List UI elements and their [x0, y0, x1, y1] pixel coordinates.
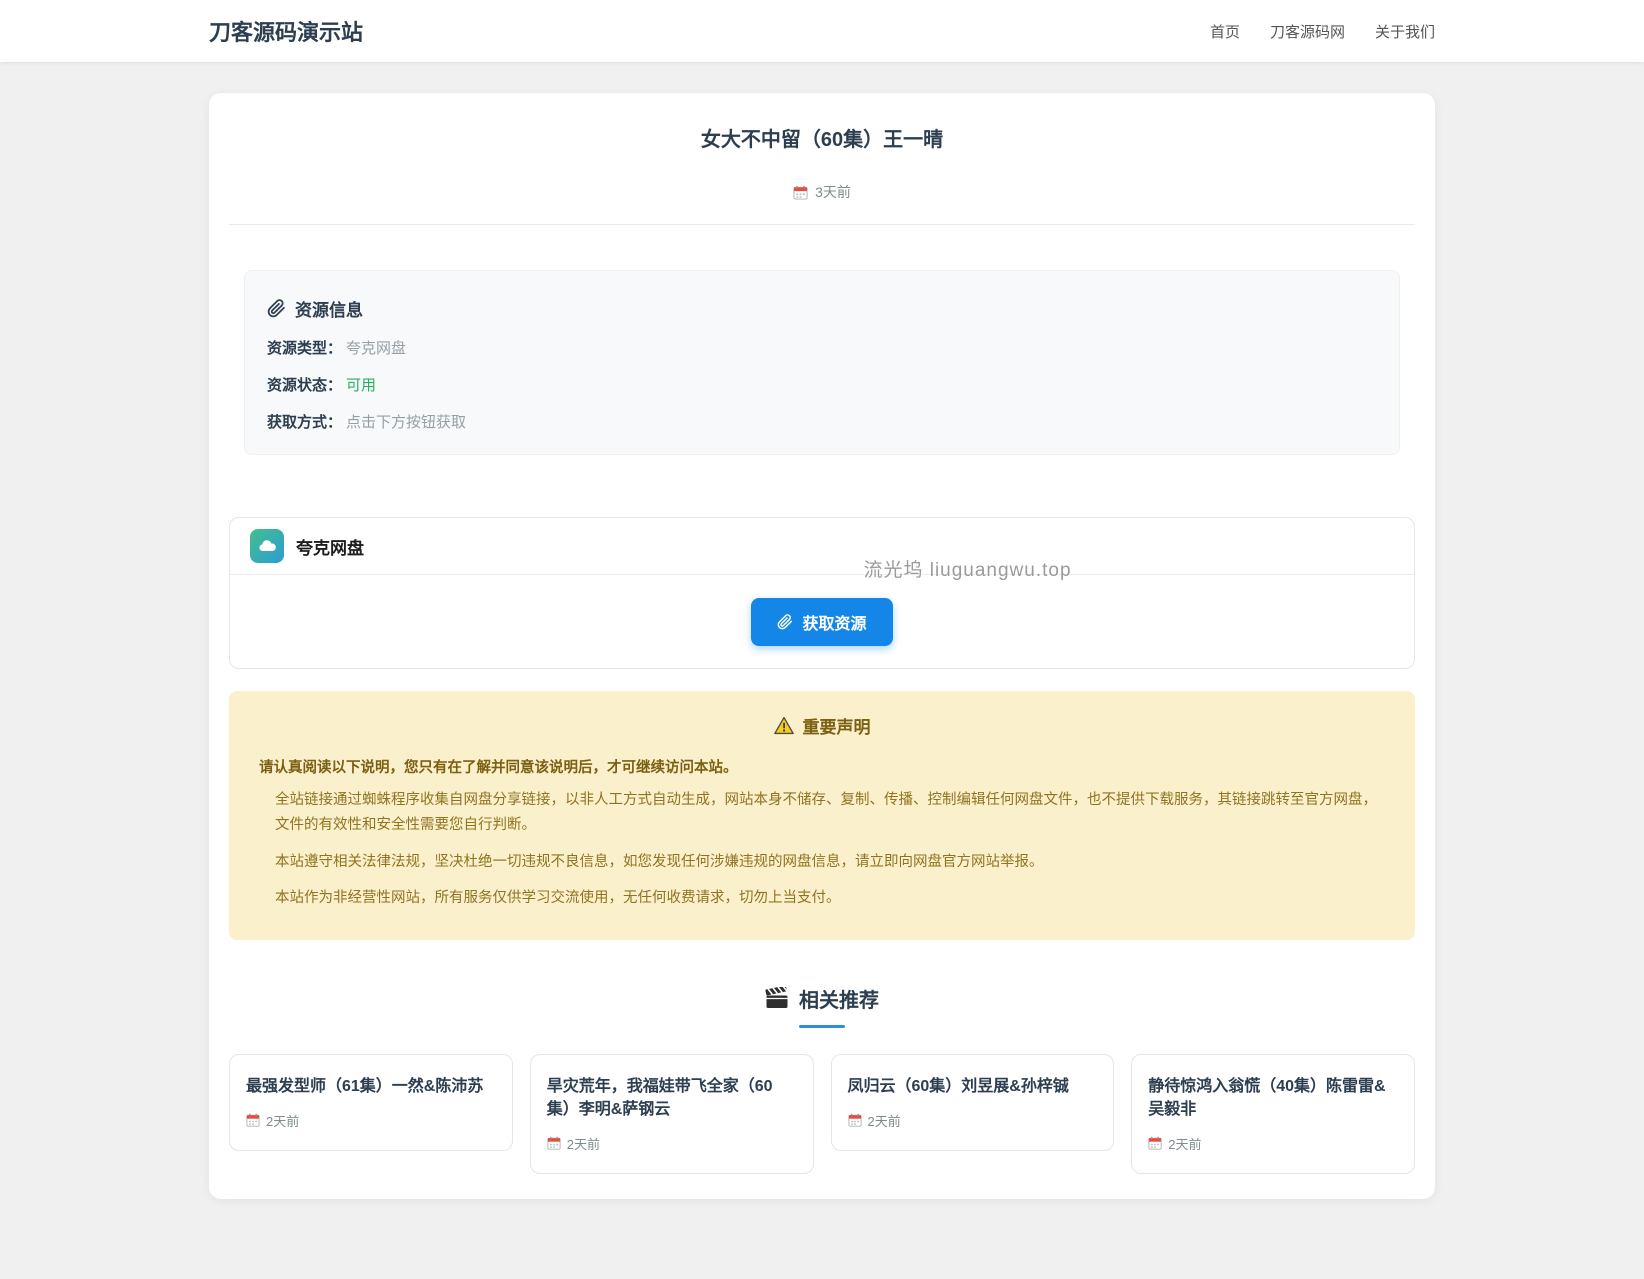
related-card-1[interactable]: 最强发型师（61集）一然&陈沛苏 2天前 [229, 1053, 513, 1151]
resource-method-label: 获取方式： [267, 414, 343, 431]
cloud-icon [250, 529, 284, 563]
nav-about-us[interactable]: 关于我们 [1375, 21, 1435, 42]
get-resource-button-label: 获取资源 [802, 616, 867, 633]
notice-intro: 请认真阅读以下说明，您只有在了解并同意该说明后，才可继续访问本站。 [259, 760, 738, 776]
calendar-icon [547, 1137, 561, 1150]
resource-type-value: 夸克网盘 [346, 340, 407, 357]
notice-paragraph-3: 本站作为非经营性网站，所有服务仅供学习交流使用，无任何收费请求，切勿上当支付。 [275, 890, 841, 907]
warning-icon [773, 716, 794, 735]
related-card-2[interactable]: 旱灾荒年，我福娃带飞全家（60集）李明&萨钢云 2天前 [529, 1053, 814, 1174]
netdisk-card-header: 夸克网盘 [230, 518, 1414, 575]
clapperboard-icon [765, 987, 788, 1008]
calendar-icon [246, 1113, 260, 1127]
resource-info-panel: 资源信息 资源类型： 夸克网盘 资源状态： 可用 获取方式： 点击下方按钮获取 [244, 270, 1400, 455]
nav-daoke-source[interactable]: 刀客源码网 [1270, 21, 1345, 42]
heading-underline [799, 1024, 845, 1028]
resource-info-heading: 资源信息 [295, 301, 363, 320]
important-notice-panel: 重要声明 请认真阅读以下说明，您只有在了解并同意该说明后，才可继续访问本站。 全… [229, 691, 1415, 940]
related-card-title: 静待惊鸿入翁慌（40集）陈雷雷&吴毅非 [1148, 1077, 1386, 1118]
page-title: 女大不中留（60集）王一晴 [700, 129, 944, 151]
main-nav: 首页 刀客源码网 关于我们 [1210, 21, 1435, 42]
related-card-date: 2天前 [1168, 1136, 1202, 1152]
netdisk-card-body: 获取资源 [230, 575, 1414, 668]
top-navigation-bar: 刀客源码演示站 首页 刀客源码网 关于我们 [0, 0, 1644, 62]
netdisk-card: 夸克网盘 流光坞 liuguangwu.top 获取资源 [229, 517, 1415, 669]
publish-date: 3天前 [815, 184, 851, 200]
related-card-title: 凤归云（60集）刘昱展&孙梓铖 [847, 1077, 1069, 1095]
related-card-title: 旱灾荒年，我福娃带飞全家（60集）李明&萨钢云 [546, 1077, 773, 1118]
resource-type-label: 资源类型： [267, 340, 343, 357]
calendar-icon [793, 185, 808, 200]
site-title[interactable]: 刀客源码演示站 [209, 15, 363, 47]
related-card-title: 最强发型师（61集）一然&陈沛苏 [246, 1077, 484, 1095]
related-section: 相关推荐 最强发型师（61集）一然&陈沛苏 2天前 旱灾荒年，我福娃带飞全家（6… [229, 984, 1415, 1174]
divider [229, 224, 1415, 225]
calendar-icon [847, 1113, 862, 1127]
paperclip-icon [267, 299, 285, 318]
related-heading: 相关推荐 [799, 989, 879, 1012]
paperclip-icon [778, 614, 793, 630]
nav-home[interactable]: 首页 [1210, 21, 1240, 42]
related-card-4[interactable]: 静待惊鸿入翁慌（40集）陈雷雷&吴毅非 2天前 [1131, 1053, 1415, 1174]
notice-paragraph-2: 本站遵守相关法律法规，坚决杜绝一切违规不良信息，如您发现任何涉嫌违规的网盘信息，… [275, 853, 1044, 870]
resource-status-value: 可用 [346, 377, 377, 394]
resource-status-row: 资源状态： 可用 [267, 374, 1377, 395]
related-grid: 最强发型师（61集）一然&陈沛苏 2天前 旱灾荒年，我福娃带飞全家（60集）李明… [229, 1053, 1415, 1174]
calendar-icon [1148, 1137, 1162, 1150]
get-resource-button[interactable]: 获取资源 [751, 598, 893, 646]
resource-status-label: 资源状态： [267, 377, 343, 394]
site-watermark: 流光坞 liuguangwu.top [863, 560, 1072, 581]
article-meta: 3天前 [229, 182, 1415, 202]
related-card-3[interactable]: 凤归云（60集）刘昱展&孙梓铖 2天前 [830, 1053, 1115, 1151]
article-card: 女大不中留（60集）王一晴 3天前 资源信息 资源类型： 夸克网盘 资源状态： … [209, 93, 1435, 1199]
related-card-date: 2天前 [566, 1136, 600, 1152]
netdisk-name: 夸克网盘 [296, 538, 364, 558]
related-card-date: 2天前 [266, 1113, 300, 1129]
related-card-date: 2天前 [867, 1113, 901, 1129]
resource-method-value: 点击下方按钮获取 [346, 414, 467, 431]
notice-paragraph-1: 全站链接通过蜘蛛程序收集自网盘分享链接，以非人工方式自动生成，网站本身不储存、复… [275, 792, 1377, 834]
resource-method-row: 获取方式： 点击下方按钮获取 [267, 411, 1377, 432]
notice-heading: 重要声明 [802, 718, 871, 737]
resource-type-row: 资源类型： 夸克网盘 [267, 337, 1377, 358]
